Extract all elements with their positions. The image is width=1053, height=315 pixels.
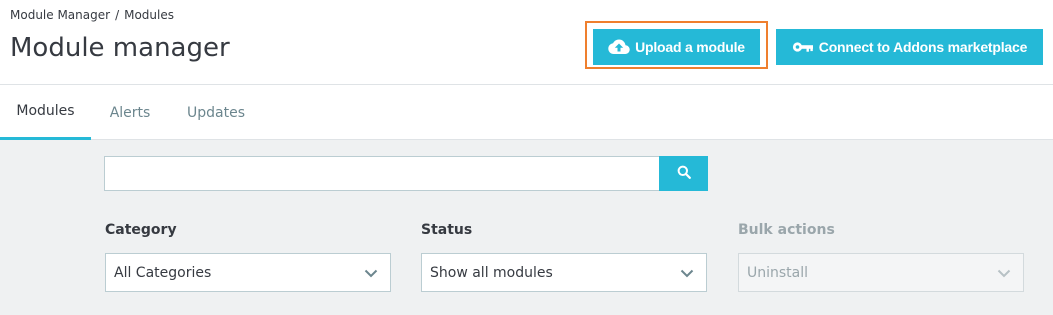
chevron-down-icon: [680, 266, 694, 284]
search-button[interactable]: [659, 156, 708, 191]
chevron-down-icon: [997, 266, 1011, 284]
category-select[interactable]: All Categories: [105, 253, 391, 292]
search-icon: [677, 164, 691, 183]
category-select-value: All Categories: [114, 264, 212, 281]
breadcrumb-separator: /: [115, 8, 120, 22]
tab-alerts[interactable]: Alerts: [95, 85, 165, 140]
tab-updates[interactable]: Updates: [172, 85, 260, 140]
page-title: Module manager: [10, 33, 230, 63]
bulk-actions-label: Bulk actions: [738, 222, 835, 238]
module-filters-panel: Category All Categories Status Show all …: [0, 140, 1053, 315]
cloud-upload-icon: [608, 39, 630, 55]
breadcrumb: Module Manager / Modules: [10, 8, 174, 22]
category-label: Category: [105, 222, 177, 238]
status-select-value: Show all modules: [430, 264, 553, 281]
bulk-actions-select[interactable]: Uninstall: [738, 253, 1024, 292]
bulk-actions-select-value: Uninstall: [747, 264, 809, 281]
tab-modules[interactable]: Modules: [0, 85, 91, 140]
breadcrumb-item-module-manager[interactable]: Module Manager: [10, 8, 110, 22]
status-select[interactable]: Show all modules: [421, 253, 707, 292]
key-icon: [792, 41, 814, 53]
chevron-down-icon: [364, 266, 378, 284]
upload-module-button[interactable]: Upload a module: [593, 29, 760, 65]
page-header: Module Manager / Modules Module manager Up…: [0, 0, 1053, 85]
breadcrumb-item-modules[interactable]: Modules: [124, 8, 174, 22]
status-label: Status: [421, 222, 473, 238]
connect-addons-button[interactable]: Connect to Addons marketplace: [776, 29, 1043, 65]
module-search-input[interactable]: [104, 156, 660, 191]
connect-addons-label: Connect to Addons marketplace: [818, 39, 1028, 55]
upload-module-label: Upload a module: [635, 39, 745, 55]
tab-bar: Modules Alerts Updates: [0, 85, 1053, 140]
